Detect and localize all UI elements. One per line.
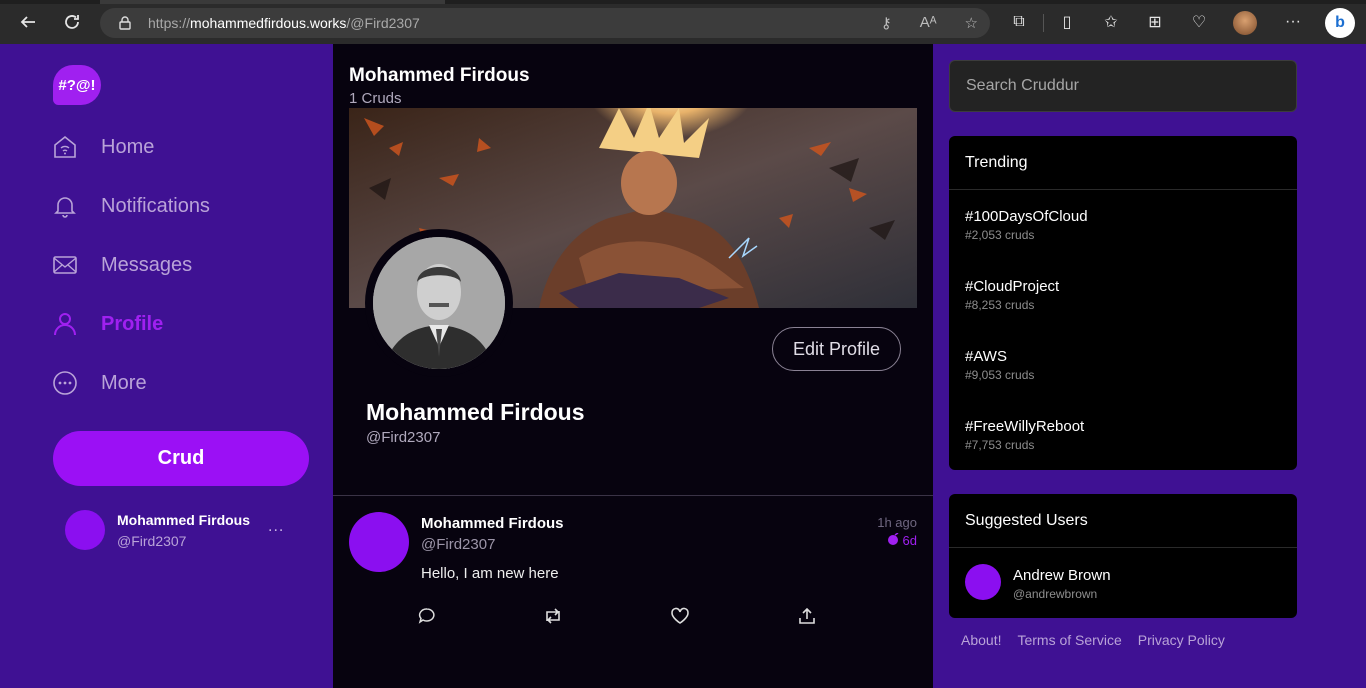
browser-profile-avatar[interactable] <box>1233 11 1257 35</box>
trend-item[interactable]: #CloudProject #8,253 cruds <box>965 278 1059 312</box>
trending-title: Trending <box>949 136 1297 190</box>
sidebar-item-profile[interactable]: Profile <box>52 309 163 339</box>
browser-toolbar: https://mohammedfirdous.works/@Fird2307 … <box>0 0 1366 44</box>
favorites-icon[interactable]: ✩ <box>1101 12 1121 32</box>
post-author-handle[interactable]: @Fird2307 <box>421 536 495 553</box>
trend-item[interactable]: #AWS #9,053 cruds <box>965 348 1034 382</box>
post-actions <box>417 606 817 626</box>
mail-icon <box>52 252 78 278</box>
key-icon[interactable]: ⚷ <box>881 14 892 32</box>
current-user-name: Mohammed Firdous <box>117 512 251 528</box>
refresh-icon[interactable] <box>60 10 84 34</box>
lock-icon <box>118 16 132 30</box>
back-icon[interactable] <box>16 10 40 34</box>
suggested-users-title: Suggested Users <box>949 494 1297 548</box>
suggested-user-name[interactable]: Andrew Brown <box>1013 567 1111 584</box>
extensions-icon[interactable]: ⧉ <box>1009 12 1029 32</box>
settings-more-icon[interactable]: ··· <box>1283 12 1303 32</box>
browser-essentials-icon[interactable]: ♡ <box>1189 12 1209 32</box>
post-expiry: 6d <box>887 532 917 548</box>
post-timestamp: 1h ago <box>877 515 917 530</box>
trend-count: #2,053 cruds <box>965 228 1035 242</box>
trend-count: #7,753 cruds <box>965 438 1035 452</box>
sidebar-item-label: Messages <box>101 253 193 276</box>
terms-link[interactable]: Terms of Service <box>1017 632 1121 648</box>
bomb-icon <box>887 532 899 548</box>
trend-tag: #CloudProject <box>965 278 1060 295</box>
sidebar-item-label: More <box>101 371 147 394</box>
heart-icon[interactable] <box>670 606 690 626</box>
trend-count: #9,053 cruds <box>965 368 1035 382</box>
more-circle-icon <box>52 370 78 396</box>
reply-icon[interactable] <box>417 606 437 626</box>
post-expiry-value: 6d <box>902 533 917 548</box>
profile-avatar[interactable] <box>365 229 513 377</box>
favorite-star-icon[interactable]: ☆ <box>965 14 978 32</box>
sidebar-item-label: Notifications <box>101 194 210 217</box>
tab-strip <box>0 0 1366 4</box>
trend-item[interactable]: #100DaysOfCloud #2,053 cruds <box>965 208 1088 242</box>
profile-handle: @Fird2307 <box>366 429 441 446</box>
post-body: Hello, I am new here <box>421 565 559 582</box>
crud-button[interactable]: Crud <box>53 431 309 486</box>
read-aloud-icon[interactable]: Aᴬ <box>920 14 937 32</box>
url-scheme: https:// <box>148 15 191 31</box>
trend-tag: #100DaysOfCloud <box>965 208 1088 225</box>
sidebar-item-label: Profile <box>101 312 164 335</box>
trending-card: Trending #100DaysOfCloud #2,053 cruds #C… <box>949 136 1297 470</box>
active-tab[interactable] <box>100 0 445 4</box>
trend-tag: #AWS <box>965 348 1007 365</box>
suggested-user-avatar[interactable] <box>965 564 1001 600</box>
page-title: Mohammed Firdous <box>349 65 530 86</box>
app-logo[interactable]: #?@! <box>53 65 101 105</box>
split-screen-icon[interactable]: ▯ <box>1057 12 1077 32</box>
search-input[interactable] <box>949 60 1297 112</box>
trend-count: #8,253 cruds <box>965 298 1035 312</box>
divider <box>333 495 933 496</box>
about-link[interactable]: About! <box>961 632 1001 648</box>
main-feed: Mohammed Firdous 1 Cruds Edit Profile Mo… <box>333 44 933 688</box>
person-icon <box>52 311 78 337</box>
sidebar-item-notifications[interactable]: Notifications <box>52 191 210 221</box>
left-sidebar: #?@! Home Notifications Messages Profile… <box>0 44 333 688</box>
sidebar-item-home[interactable]: Home <box>52 132 154 162</box>
current-user-more-icon[interactable]: ... <box>268 518 284 536</box>
repost-icon[interactable] <box>543 606 563 626</box>
footer-links: About! Terms of Service Privacy Policy <box>961 632 1225 648</box>
sidebar-item-messages[interactable]: Messages <box>52 250 192 280</box>
sidebar-item-more[interactable]: More <box>52 368 147 398</box>
crud-count: 1 Cruds <box>349 90 402 107</box>
sidebar-item-label: Home <box>101 135 155 158</box>
profile-display-name: Mohammed Firdous <box>366 399 585 425</box>
url-host: mohammedfirdous.works <box>190 15 347 31</box>
trend-item[interactable]: #FreeWillyReboot #7,753 cruds <box>965 418 1084 452</box>
bell-icon <box>52 193 78 219</box>
current-user-handle: @Fird2307 <box>117 533 187 549</box>
edit-profile-button[interactable]: Edit Profile <box>772 327 901 371</box>
privacy-link[interactable]: Privacy Policy <box>1138 632 1225 648</box>
post-author-avatar[interactable] <box>349 512 409 572</box>
collections-icon[interactable]: ⊞ <box>1145 12 1165 32</box>
current-user-avatar[interactable] <box>65 510 105 550</box>
url-path: /@Fird2307 <box>346 15 420 31</box>
home-icon <box>52 134 78 160</box>
address-bar[interactable]: https://mohammedfirdous.works/@Fird2307 … <box>100 8 990 38</box>
trend-tag: #FreeWillyReboot <box>965 418 1085 435</box>
suggested-users-card: Suggested Users Andrew Brown @andrewbrow… <box>949 494 1297 618</box>
post-author-name[interactable]: Mohammed Firdous <box>421 515 564 532</box>
share-icon[interactable] <box>797 606 817 626</box>
suggested-user-handle: @andrewbrown <box>1013 587 1098 601</box>
bing-icon[interactable]: b <box>1325 8 1355 38</box>
